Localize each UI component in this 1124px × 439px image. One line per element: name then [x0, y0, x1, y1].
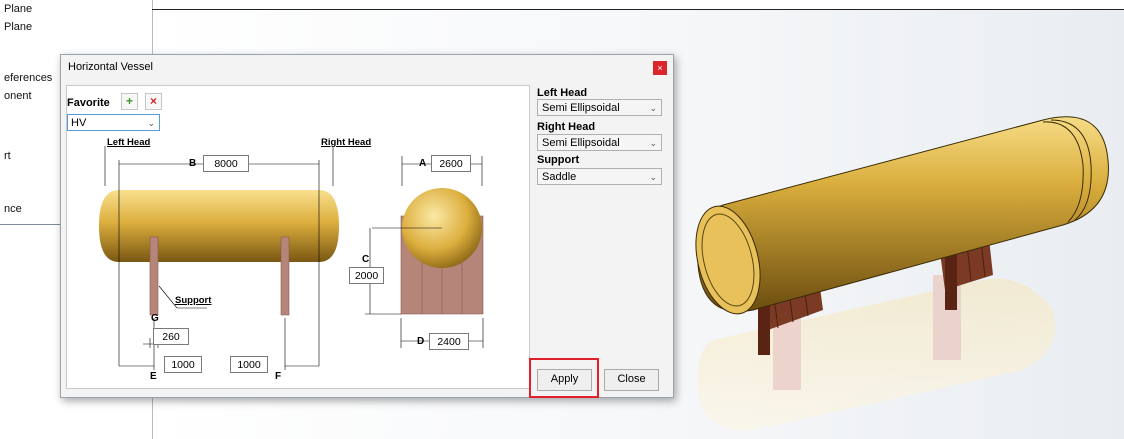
left-head-select-value: Semi Ellipsoidal	[542, 102, 620, 114]
dim-e-input[interactable]: 1000	[164, 356, 202, 373]
vessel-body	[695, 116, 1109, 315]
chevron-down-icon: ⌄	[649, 103, 657, 113]
favorite-select-value: HV	[71, 117, 87, 129]
support-setting-label: Support	[537, 154, 580, 166]
chevron-down-icon: ⌄	[147, 118, 155, 128]
dialog-title: Horizontal Vessel	[68, 61, 153, 73]
tree-item-part[interactable]: rt	[4, 150, 11, 162]
horizontal-vessel-dialog: Horizontal Vessel × Left Head Right Head…	[60, 54, 674, 398]
dim-b-input[interactable]: 8000	[203, 155, 249, 172]
dim-e-letter: E	[150, 371, 157, 382]
dim-c-input[interactable]: 2000	[349, 267, 384, 284]
right-head-label: Right Head	[321, 137, 372, 148]
left-head-select[interactable]: Semi Ellipsoidal ⌄	[537, 99, 662, 116]
dim-g-input[interactable]: 260	[153, 328, 189, 345]
close-button[interactable]: Close	[604, 369, 659, 391]
dim-d-letter: D	[417, 336, 425, 347]
delete-favorite-icon[interactable]: ×	[145, 93, 162, 110]
right-head-select[interactable]: Semi Ellipsoidal ⌄	[537, 134, 662, 151]
support-select[interactable]: Saddle ⌄	[537, 168, 662, 185]
tree-item-plane-1[interactable]: Plane	[4, 3, 32, 15]
right-saddle	[280, 236, 290, 316]
dim-a-letter: A	[419, 158, 427, 169]
dim-a-input[interactable]: 2600	[431, 155, 471, 172]
support-label: Support	[175, 295, 212, 306]
favorite-label: Favorite	[67, 97, 110, 109]
tree-item-instance[interactable]: nce	[4, 203, 22, 215]
left-head-label: Left Head	[107, 137, 151, 148]
right-head-setting-label: Right Head	[537, 121, 596, 133]
tree-item-component[interactable]: onent	[4, 90, 32, 102]
dim-g-letter: G	[151, 313, 159, 324]
dim-f-letter: F	[275, 371, 282, 382]
tree-item-plane-2[interactable]: Plane	[4, 21, 32, 33]
left-saddle	[149, 236, 159, 316]
dim-f-input[interactable]: 1000	[230, 356, 268, 373]
dim-c-letter: C	[362, 254, 370, 265]
dim-d-input[interactable]: 2400	[429, 333, 469, 350]
chevron-down-icon: ⌄	[649, 172, 657, 182]
vessel-3d-model[interactable]	[683, 10, 1123, 439]
favorite-select[interactable]: HV ⌄	[67, 114, 160, 131]
dim-b-letter: B	[189, 158, 197, 169]
right-head-select-value: Semi Ellipsoidal	[542, 137, 620, 149]
side-view-vessel	[99, 190, 339, 262]
support-select-value: Saddle	[542, 171, 577, 183]
tree-item-references[interactable]: eferences	[4, 72, 52, 84]
dialog-close-icon[interactable]: ×	[653, 61, 667, 75]
left-head-setting-label: Left Head	[537, 87, 588, 99]
apply-highlight-box	[529, 358, 599, 398]
add-favorite-icon[interactable]: +	[121, 93, 138, 110]
chevron-down-icon: ⌄	[649, 138, 657, 148]
